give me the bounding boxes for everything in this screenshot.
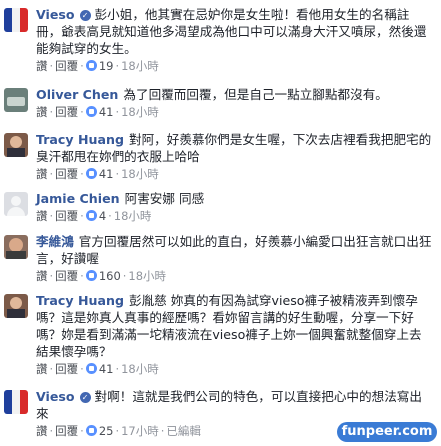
like-icon: [85, 425, 97, 436]
like-count[interactable]: 41: [99, 105, 114, 119]
timestamp[interactable]: 18小時: [121, 105, 159, 119]
timestamp[interactable]: 18小時: [128, 269, 166, 283]
reply-link[interactable]: 回覆: [55, 269, 78, 283]
comment-text: 對啊！這就是我們公司的特色，可以直接把心中的想法寫出來: [36, 389, 422, 421]
reply-link[interactable]: 回覆: [55, 209, 78, 223]
like-icon: [85, 60, 97, 71]
comment-text: 官方回覆居然可以如此的直白，好羨慕小編愛口出狂言就口出狂言，好讚喔: [36, 234, 432, 266]
verified-badge-icon: ✓: [79, 10, 91, 21]
comment-author[interactable]: Oliver Chen: [36, 87, 118, 102]
comment-thread: Vieso ✓ 彭小姐，他其實在忌妒你是女生啦！看他用女生的名稱註冊，爺表高見就知道…: [0, 0, 441, 446]
verified-badge-icon: ✓: [79, 392, 91, 403]
like-link[interactable]: 讚: [36, 209, 48, 223]
timestamp[interactable]: 18小時: [121, 167, 159, 181]
avatar[interactable]: [4, 8, 28, 32]
reply-link[interactable]: 回覆: [55, 59, 78, 73]
comment-author[interactable]: 李維鴻: [36, 234, 74, 249]
like-icon: [85, 270, 97, 281]
avatar[interactable]: [4, 88, 28, 112]
timestamp[interactable]: 18小時: [121, 362, 159, 376]
timestamp[interactable]: 18小時: [114, 209, 152, 223]
like-count[interactable]: 4: [99, 209, 106, 223]
reply-link[interactable]: 回覆: [55, 105, 78, 119]
comment-meta: 讚 · 回覆 · 41 · 18小時: [36, 105, 159, 119]
comment-meta: 讚 · 回覆 · 41 · 18小時: [36, 167, 159, 181]
comment-author[interactable]: Tracy Huang: [36, 293, 124, 308]
comment-text: 為了回覆而回覆，但是自己一點立腳點都沒有。: [123, 87, 388, 102]
avatar[interactable]: [4, 294, 28, 318]
comment-author[interactable]: Jamie Chien: [36, 191, 120, 206]
comment-text: 阿害安娜 同感: [124, 191, 205, 206]
reply-link[interactable]: 回覆: [55, 424, 78, 438]
comment-meta: 讚 · 回覆 · 19 · 18小時: [36, 59, 159, 73]
like-link[interactable]: 讚: [36, 269, 48, 283]
comment-author[interactable]: Vieso: [36, 7, 75, 22]
edited-label[interactable]: 已編輯: [166, 424, 201, 438]
avatar[interactable]: [4, 390, 28, 414]
like-count[interactable]: 160: [99, 269, 121, 283]
like-link[interactable]: 讚: [36, 362, 48, 376]
timestamp[interactable]: 17小時: [121, 424, 159, 438]
like-icon: [85, 168, 97, 179]
comment-meta: 讚 · 回覆 · 4 · 18小時: [36, 209, 152, 223]
comment-author[interactable]: Vieso: [36, 389, 75, 404]
comment-meta: 讚 · 回覆 · 41 · 18小時: [36, 362, 159, 376]
timestamp[interactable]: 18小時: [121, 59, 159, 73]
like-icon: [85, 363, 97, 374]
like-count[interactable]: 41: [99, 362, 114, 376]
reply-link[interactable]: 回覆: [55, 362, 78, 376]
like-link[interactable]: 讚: [36, 424, 48, 438]
like-link[interactable]: 讚: [36, 105, 48, 119]
like-link[interactable]: 讚: [36, 167, 48, 181]
like-link[interactable]: 讚: [36, 59, 48, 73]
avatar[interactable]: [4, 133, 28, 157]
comment-meta: 讚 · 回覆 · 160 · 18小時: [36, 269, 167, 283]
like-count[interactable]: 41: [99, 167, 114, 181]
comment-text: 彭小姐，他其實在忌妒你是女生啦！看他用女生的名稱註冊，爺表高見就知道他多渴望成為…: [36, 7, 427, 56]
like-icon: [85, 106, 97, 117]
comment-author[interactable]: Tracy Huang: [36, 132, 124, 147]
avatar[interactable]: [4, 192, 28, 216]
like-count[interactable]: 19: [99, 59, 114, 73]
avatar[interactable]: [4, 235, 28, 259]
watermark: funpeer.com: [337, 422, 437, 442]
like-icon: [85, 210, 97, 221]
reply-link[interactable]: 回覆: [55, 167, 78, 181]
like-count[interactable]: 25: [99, 424, 114, 438]
